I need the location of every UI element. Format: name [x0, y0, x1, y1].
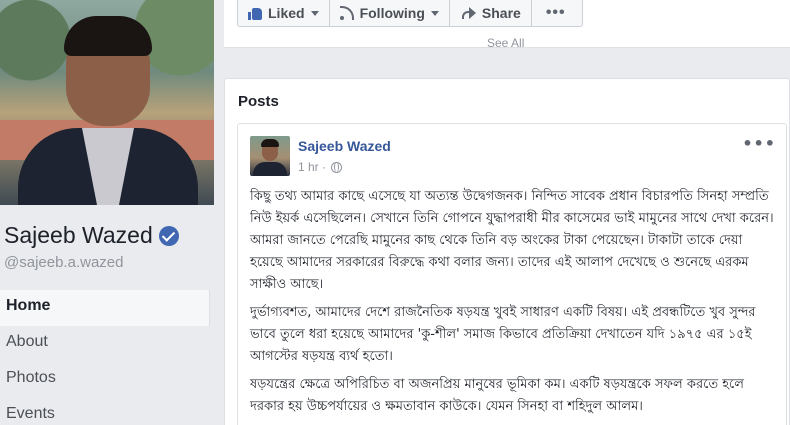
more-options-button[interactable]: ••• [532, 0, 580, 27]
post-meta: 1 hr · [298, 160, 343, 174]
liked-label: Liked [268, 5, 305, 21]
profile-name-row: Sajeeb Wazed [4, 222, 179, 249]
share-arrow-icon [460, 7, 476, 19]
verified-badge-icon [158, 225, 179, 246]
post-author-avatar[interactable] [250, 136, 290, 176]
avatar-hair [261, 139, 279, 147]
share-button[interactable]: Share [450, 0, 532, 27]
feed-icon [339, 6, 354, 20]
see-all-link[interactable]: See All [487, 36, 524, 50]
post-body: কিছু তথ্য আমার কাছে এসেছে যা অত্যন্ত উদ্… [250, 186, 778, 424]
posts-section: Posts Sajeeb Wazed 1 hr · ••• কিছু তথ্য … [224, 78, 790, 425]
photo-person-hair [64, 16, 152, 56]
share-label: Share [481, 5, 521, 21]
following-label: Following [359, 5, 425, 21]
post-paragraph: দুর্ভাগ্যবশত, আমাদের দেশে রাজনৈতিক ষড়যন… [250, 305, 756, 364]
nav-item-home[interactable]: Home [0, 290, 210, 326]
nav-item-about[interactable]: About [0, 326, 210, 362]
page-action-bar: Liked Following Share ••• [237, 0, 583, 27]
following-button[interactable]: Following [330, 0, 450, 27]
nav-item-photos[interactable]: Photos [0, 362, 210, 398]
liked-button[interactable]: Liked [238, 0, 330, 27]
page-nav: Home About Photos Events [0, 290, 210, 425]
avatar-body [253, 162, 287, 176]
post-paragraph: ষড়যন্ত্রের ক্ষেত্রে অপিরিচিত বা অজনপ্রি… [250, 377, 744, 414]
chevron-down-icon [310, 10, 319, 16]
profile-picture[interactable] [0, 0, 214, 205]
thumbs-up-icon [248, 7, 262, 20]
profile-handle[interactable]: @sajeeb.a.wazed [4, 254, 123, 271]
post-options-button[interactable]: ••• [742, 134, 776, 153]
posts-heading: Posts [238, 93, 279, 110]
chevron-down-icon [430, 10, 439, 16]
globe-icon [331, 161, 343, 173]
post-author-name[interactable]: Sajeeb Wazed [298, 138, 391, 154]
nav-item-events[interactable]: Events [0, 398, 210, 425]
post-timestamp[interactable]: 1 hr · [298, 160, 326, 174]
profile-name[interactable]: Sajeeb Wazed [4, 222, 153, 249]
post-paragraph: কিছু তথ্য আমার কাছে এসেছে যা অত্যন্ত উদ্… [250, 189, 774, 292]
post-card: Sajeeb Wazed 1 hr · ••• কিছু তথ্য আমার ক… [237, 123, 787, 425]
